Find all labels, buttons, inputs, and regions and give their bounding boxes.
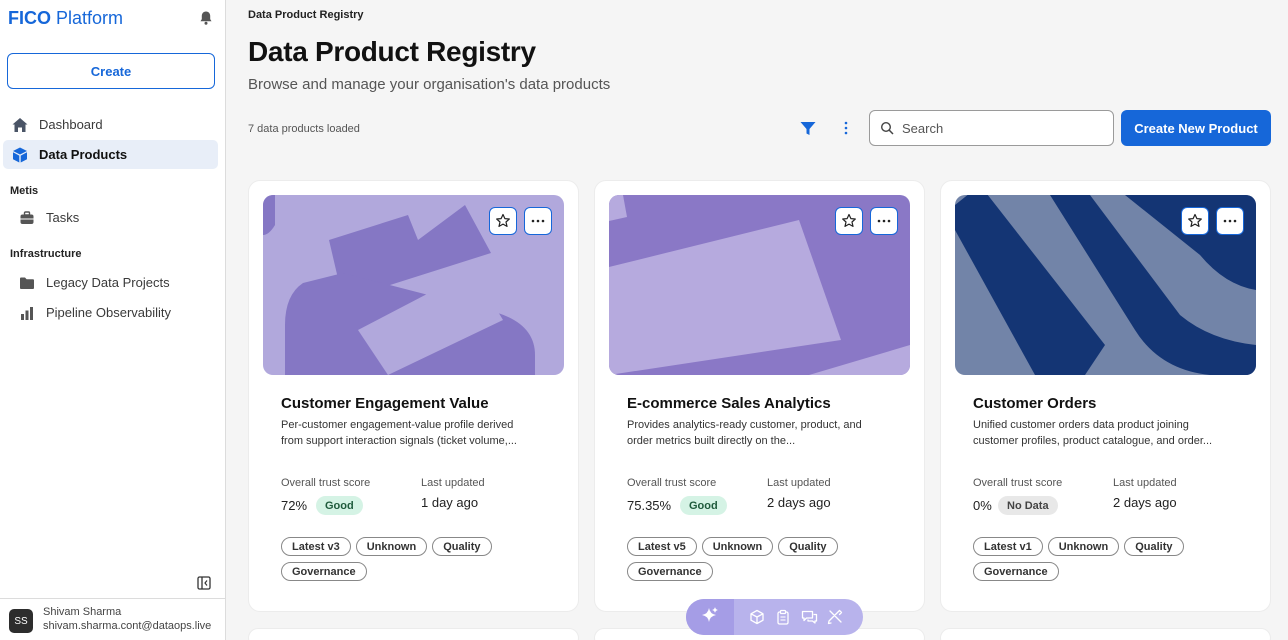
card-banner xyxy=(263,195,564,375)
card-menu-button[interactable] xyxy=(524,207,552,235)
trust-label: Overall trust score xyxy=(973,477,1063,489)
trust-score: 0% xyxy=(973,498,992,513)
card-title[interactable]: E-commerce Sales Analytics xyxy=(627,395,831,412)
status-badge: No Data xyxy=(998,496,1058,515)
bell-icon[interactable] xyxy=(198,10,214,26)
sidebar-item-label: Legacy Data Projects xyxy=(46,275,170,290)
tag[interactable]: Unknown xyxy=(701,537,774,556)
sidebar-item-data-products[interactable]: Data Products xyxy=(3,140,218,169)
sidebar: FICO Platform Create Dashboard Data Prod… xyxy=(0,0,226,640)
sidebar-item-dashboard[interactable]: Dashboard xyxy=(3,110,218,139)
product-card[interactable]: Customer Orders Unified customer orders … xyxy=(940,180,1271,612)
briefcase-icon xyxy=(18,209,36,227)
updated-label: Last updated xyxy=(1113,477,1177,489)
favorite-button[interactable] xyxy=(1181,207,1209,235)
tag[interactable]: Quality xyxy=(1124,537,1184,556)
card-title[interactable]: Customer Engagement Value xyxy=(281,395,489,412)
updated-label: Last updated xyxy=(421,477,485,489)
tag-list: Latest v1 Unknown Quality Governance xyxy=(973,537,1243,581)
more-options-icon[interactable] xyxy=(836,118,856,138)
sparkle-icon xyxy=(701,606,719,629)
favorite-button[interactable] xyxy=(489,207,517,235)
sidebar-item-tasks[interactable]: Tasks xyxy=(10,203,218,232)
tag[interactable]: Governance xyxy=(627,562,713,581)
products-count: 7 data products loaded xyxy=(248,123,360,135)
search-input[interactable] xyxy=(902,120,1102,136)
tag[interactable]: Quality xyxy=(432,537,492,556)
trust-label: Overall trust score xyxy=(627,477,717,489)
updated-value: 1 day ago xyxy=(421,495,479,510)
updated-value: 2 days ago xyxy=(1113,495,1177,510)
product-card-peek xyxy=(248,628,579,640)
bar-chart-icon xyxy=(18,304,36,322)
chat-icon[interactable] xyxy=(800,608,818,626)
updated-label: Last updated xyxy=(767,477,831,489)
product-card-peek xyxy=(940,628,1271,640)
tag[interactable]: Latest v1 xyxy=(973,537,1043,556)
trust-score: 75.35% xyxy=(627,498,672,513)
filter-icon[interactable] xyxy=(798,118,818,138)
star-icon xyxy=(841,213,857,229)
product-card[interactable]: Customer Engagement Value Per-customer e… xyxy=(248,180,579,612)
cube-outline-icon[interactable] xyxy=(748,608,766,626)
ellipsis-icon xyxy=(531,219,545,223)
create-new-product-button[interactable]: Create New Product xyxy=(1121,110,1271,146)
search-icon xyxy=(880,121,894,135)
home-icon xyxy=(11,116,29,134)
tag[interactable]: Quality xyxy=(778,537,838,556)
breadcrumb: Data Product Registry xyxy=(248,9,364,21)
collapse-sidebar-icon[interactable] xyxy=(197,576,211,590)
updated-value: 2 days ago xyxy=(767,495,831,510)
tag[interactable]: Unknown xyxy=(1047,537,1120,556)
sidebar-item-pipeline-observability[interactable]: Pipeline Observability xyxy=(10,298,218,327)
tag[interactable]: Unknown xyxy=(355,537,428,556)
tag[interactable]: Governance xyxy=(281,562,367,581)
user-profile[interactable]: SS Shivam Sharma shivam.sharma.cont@data… xyxy=(0,598,226,640)
card-banner xyxy=(609,195,910,375)
sidebar-item-label: Pipeline Observability xyxy=(46,305,172,320)
star-icon xyxy=(495,213,511,229)
tag[interactable]: Latest v3 xyxy=(281,537,351,556)
status-badge: Good xyxy=(316,496,363,515)
card-title[interactable]: Customer Orders xyxy=(973,395,1096,412)
card-description: Provides analytics-ready customer, produ… xyxy=(627,419,862,447)
status-badge: Good xyxy=(680,496,727,515)
search-field[interactable] xyxy=(869,110,1114,146)
trust-label: Overall trust score xyxy=(281,477,371,489)
section-heading-metis: Metis xyxy=(10,185,39,197)
avatar: SS xyxy=(9,609,33,633)
trust-score: 72% xyxy=(281,498,308,513)
tag[interactable]: Latest v5 xyxy=(627,537,697,556)
ai-sparkle-button[interactable] xyxy=(686,599,734,635)
clipboard-icon[interactable] xyxy=(774,608,792,626)
tools-icon[interactable] xyxy=(826,608,844,626)
sidebar-item-label: Dashboard xyxy=(39,117,103,132)
create-button[interactable]: Create xyxy=(7,53,215,89)
cube-icon xyxy=(11,146,29,164)
brand-logo[interactable]: FICO Platform xyxy=(8,8,123,29)
star-icon xyxy=(1187,213,1203,229)
user-email: shivam.sharma.cont@dataops.live xyxy=(43,620,212,632)
tag-list: Latest v5 Unknown Quality Governance xyxy=(627,537,897,581)
section-heading-infrastructure: Infrastructure xyxy=(10,248,82,260)
tag[interactable]: Governance xyxy=(973,562,1059,581)
card-description: Per-customer engagement-value profile de… xyxy=(281,419,517,447)
page-subtitle: Browse and manage your organisation's da… xyxy=(248,76,611,93)
sidebar-item-legacy-data-projects[interactable]: Legacy Data Projects xyxy=(10,268,218,297)
sidebar-item-label: Data Products xyxy=(39,147,128,162)
product-card[interactable]: E-commerce Sales Analytics Provides anal… xyxy=(594,180,925,612)
card-banner xyxy=(955,195,1256,375)
card-description: Unified customer orders data product joi… xyxy=(973,419,1213,447)
card-menu-button[interactable] xyxy=(1216,207,1244,235)
sidebar-item-label: Tasks xyxy=(46,210,80,225)
tag-list: Latest v3 Unknown Quality Governance xyxy=(281,537,551,581)
ellipsis-icon xyxy=(1223,219,1237,223)
folder-icon xyxy=(18,274,36,292)
assistant-toolbar xyxy=(686,599,863,635)
card-menu-button[interactable] xyxy=(870,207,898,235)
user-name: Shivam Sharma xyxy=(43,606,122,618)
page-title: Data Product Registry xyxy=(248,36,536,67)
favorite-button[interactable] xyxy=(835,207,863,235)
ellipsis-icon xyxy=(877,219,891,223)
